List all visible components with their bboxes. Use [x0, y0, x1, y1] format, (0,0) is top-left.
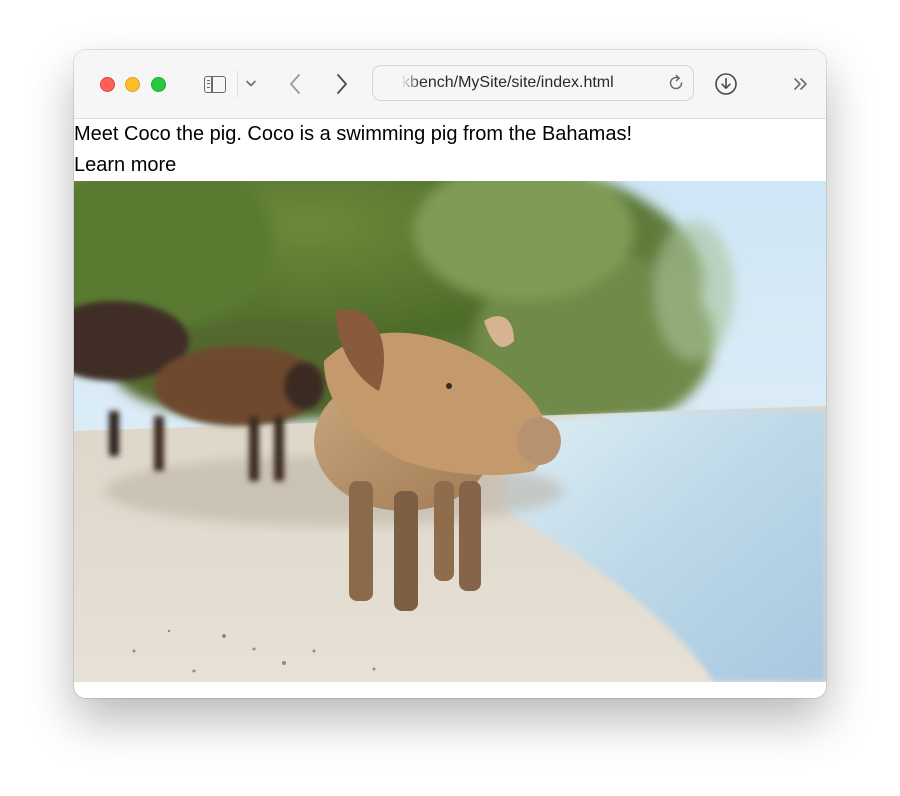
- address-bar[interactable]: Workbench/MySite/site/index.html: [372, 65, 694, 101]
- reload-icon[interactable]: [665, 72, 687, 94]
- zoom-window-button[interactable]: [151, 77, 166, 92]
- page-content: Meet Coco the pig. Coco is a swimming pi…: [74, 119, 826, 698]
- download-icon[interactable]: [712, 70, 740, 98]
- sidebar-icon[interactable]: [200, 70, 230, 98]
- browser-toolbar: Workbench/MySite/site/index.html: [74, 50, 826, 119]
- address-url[interactable]: Workbench/MySite/site/index.html: [373, 66, 658, 100]
- minimize-window-button[interactable]: [125, 77, 140, 92]
- chevron-down-icon[interactable]: [242, 74, 260, 94]
- intro-text: Meet Coco the pig. Coco is a swimming pi…: [74, 123, 633, 145]
- pig-photo: [74, 181, 826, 682]
- close-window-button[interactable]: [100, 77, 115, 92]
- double-chevron-right-icon[interactable]: [786, 70, 816, 98]
- browser-window: Workbench/MySite/site/index.html Meet Co…: [74, 50, 826, 698]
- chevron-left-icon[interactable]: [281, 70, 309, 98]
- chevron-right-icon[interactable]: [328, 70, 356, 98]
- learn-more-link[interactable]: Learn more: [74, 150, 826, 181]
- toolbar-divider: [237, 70, 238, 98]
